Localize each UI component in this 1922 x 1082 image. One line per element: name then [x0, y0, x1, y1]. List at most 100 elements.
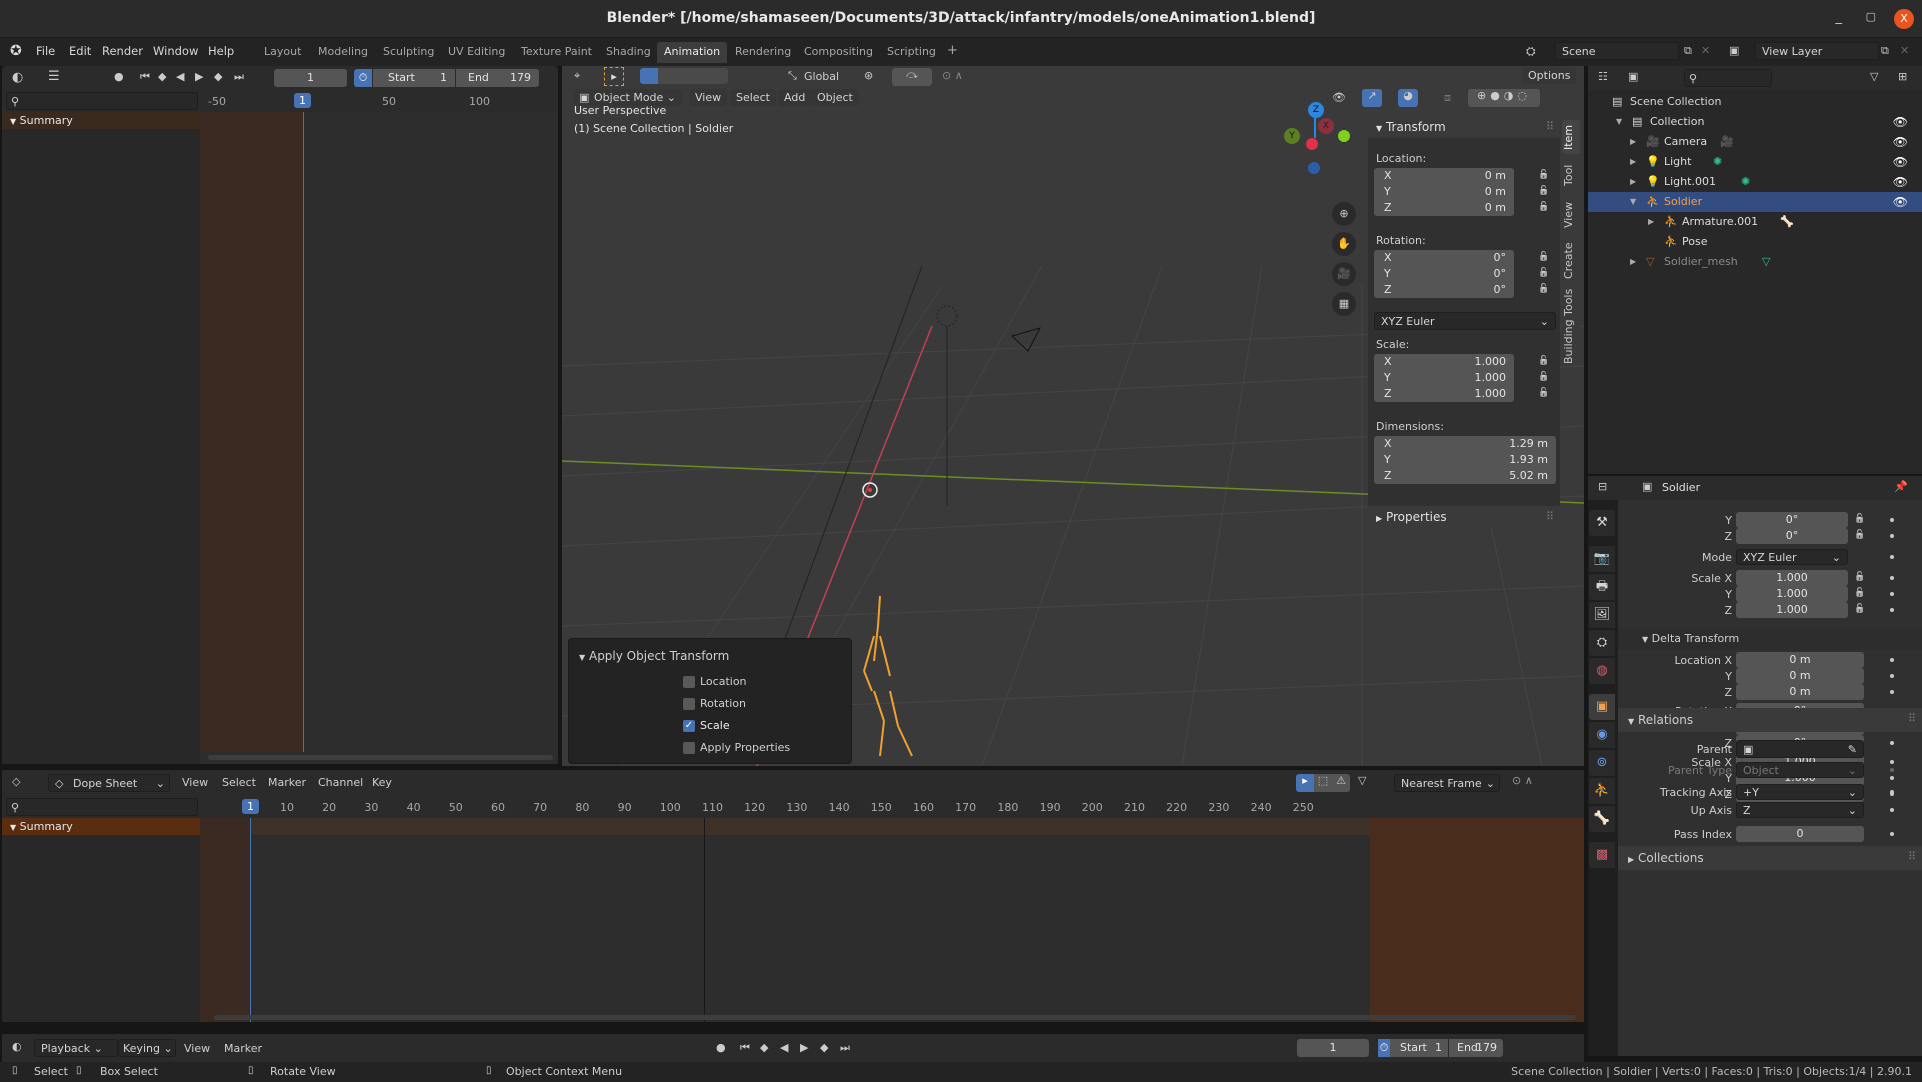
outliner-search-input[interactable]: ⚲ [1684, 69, 1772, 87]
jump-start-icon[interactable]: ⏮ [740, 1041, 750, 1055]
parent-type-dropdown[interactable]: Object ⌄ [1736, 762, 1864, 778]
lock-icon[interactable]: 🔓 [1854, 572, 1865, 582]
gizmo-neg-y[interactable] [1338, 130, 1350, 142]
menu-render[interactable]: Render [102, 44, 143, 58]
scale-field[interactable]: 1.000 [1736, 570, 1848, 586]
current-frame-field[interactable]: 1 [274, 69, 347, 87]
only-selected-icon[interactable]: ▸ [1296, 774, 1314, 792]
gizmo-y-axis[interactable]: Y [1284, 128, 1300, 144]
dopesheet-marker-menu[interactable]: Marker [268, 776, 306, 789]
delta-field[interactable]: 0 m [1736, 652, 1864, 668]
xray-toggle[interactable]: ⧈ [1444, 91, 1451, 105]
drag-handle-icon[interactable]: ⠿ [1546, 510, 1554, 523]
rotation-mode-dropdown[interactable]: XYZ Euler ⌄ [1374, 312, 1556, 330]
keyframe-dot[interactable] [1890, 576, 1894, 580]
editor-type-icon[interactable]: ☷ [1598, 70, 1608, 83]
select-menu[interactable]: Select [730, 89, 776, 106]
gizmo-x-axis[interactable]: X [1318, 118, 1334, 134]
sidebar-tab-tool[interactable]: Tool [1562, 158, 1580, 192]
up-axis-dropdown[interactable]: Z ⌄ [1736, 802, 1864, 818]
filter-icon[interactable]: ▽ [1870, 70, 1878, 83]
rotation-x-field[interactable]: X 0° [1374, 250, 1514, 266]
lock-icon[interactable]: 🔓 [1538, 372, 1549, 382]
record-icon[interactable]: ● [114, 70, 124, 83]
timeline-view-menu[interactable]: View [184, 1042, 210, 1055]
dopesheet-select-menu[interactable]: Select [222, 776, 256, 789]
current-frame-marker[interactable]: 1 [294, 93, 311, 108]
keyframe-dot[interactable] [1890, 790, 1894, 794]
parent-field[interactable]: ▣ ✎ [1736, 740, 1864, 758]
data-type-icon[interactable]: ✺ [1741, 172, 1750, 192]
visibility-eye-icon[interactable]: 👁 [1893, 152, 1908, 172]
keyframe-dot[interactable] [1890, 608, 1894, 612]
expand-toggle-icon[interactable]: ▶ [1648, 212, 1654, 232]
jump-end-icon[interactable]: ⏭ [234, 70, 244, 84]
rotation-z-field[interactable]: 0° [1736, 528, 1848, 544]
editor-type-icon[interactable]: ⌖ [574, 69, 580, 83]
tab-sculpting[interactable]: Sculpting [376, 42, 441, 63]
close-button[interactable]: X [1894, 9, 1914, 29]
outliner-row-scene-collection[interactable]: ▤ Scene Collection [1588, 92, 1922, 112]
next-keyframe-icon[interactable]: ◆ [214, 70, 222, 83]
keyframe-dot[interactable] [1890, 768, 1894, 772]
prev-keyframe-icon[interactable]: ◆ [760, 1041, 768, 1054]
visibility-eye-icon[interactable]: 👁 [1893, 132, 1908, 152]
view-menu[interactable]: View [689, 89, 728, 106]
view-layer-tab-icon[interactable]: 🖼 [1589, 602, 1615, 628]
new-scene-icon[interactable]: ⧉ [1684, 44, 1692, 58]
add-workspace-button[interactable]: + [940, 40, 965, 61]
visibility-eye-icon[interactable]: 👁 [1893, 192, 1908, 212]
maximize-button[interactable]: ▢ [1866, 10, 1876, 23]
keyframe-dot[interactable] [1890, 555, 1894, 559]
tab-animation[interactable]: Animation [657, 42, 728, 63]
editor-type-icon[interactable]: ◐ [12, 1040, 22, 1053]
view-layer-selector[interactable]: View Layer [1755, 42, 1879, 60]
current-frame-marker[interactable]: 1 [242, 799, 259, 814]
expand-toggle-icon[interactable]: ▶ [1630, 132, 1636, 152]
location-y-field[interactable]: Y 0 m [1374, 184, 1514, 200]
scene-selector[interactable]: Scene [1555, 42, 1679, 60]
delete-view-layer-icon[interactable]: ✕ [1900, 44, 1909, 57]
properties-panel-header[interactable]: ▶ Properties ⠿ [1368, 506, 1560, 528]
object-tab-icon[interactable]: ▣ [1589, 694, 1615, 720]
menu-help[interactable]: Help [208, 44, 234, 58]
new-view-layer-icon[interactable]: ⧉ [1881, 44, 1889, 58]
lock-icon[interactable]: 🔓 [1538, 268, 1549, 278]
pivot-point-icon[interactable]: ⊛ [864, 69, 873, 82]
dopesheet-search-input[interactable]: ⚲ [6, 798, 198, 816]
prev-keyframe-icon[interactable]: ◆ [158, 70, 166, 83]
end-frame-field[interactable]: End 179 [1449, 1039, 1503, 1057]
lock-icon[interactable]: 🔓 [1538, 186, 1549, 196]
camera-view-icon[interactable]: 🎥 [1332, 262, 1356, 286]
expand-toggle-icon[interactable]: ▼ [1616, 112, 1622, 132]
menu-file[interactable]: File [36, 44, 55, 58]
new-collection-icon[interactable]: ⊞ [1898, 70, 1907, 83]
rotation-y-field[interactable]: Y 0° [1374, 266, 1514, 282]
keyframe-dot[interactable] [1890, 690, 1894, 694]
play-reverse-icon[interactable]: ◀ [176, 70, 184, 83]
record-icon[interactable]: ● [716, 1041, 726, 1054]
menu-edit[interactable]: Edit [69, 44, 91, 58]
delta-transform-header[interactable]: ▼ Delta Transform [1618, 628, 1922, 650]
scale-checkbox[interactable]: ✓ [683, 720, 695, 732]
gizmos-toggle[interactable]: ↗ [1362, 89, 1382, 107]
world-tab-icon[interactable]: ◍ [1589, 658, 1615, 684]
keyframe-dot[interactable] [1890, 518, 1894, 522]
visibility-eye-icon[interactable]: 👁 [1893, 172, 1908, 192]
outliner-row-light-001[interactable]: ▶ 💡 Light.001 ✺ 👁 [1588, 172, 1922, 192]
scene-tab-icon[interactable]: ⛭ [1589, 630, 1615, 656]
end-frame-field[interactable]: End 179 [456, 69, 539, 87]
display-mode-icon[interactable]: ▣ [1628, 70, 1638, 83]
outliner-row-light[interactable]: ▶ 💡 Light ✺ 👁 [1588, 152, 1922, 172]
transform-panel-header[interactable]: ▼ Transform ⠿ [1368, 116, 1560, 138]
scale-field[interactable]: 1.000 [1736, 602, 1848, 618]
location-checkbox[interactable] [683, 676, 695, 688]
jump-end-icon[interactable]: ⏭ [840, 1041, 850, 1055]
keyframe-dot[interactable] [1890, 776, 1894, 780]
dopesheet-channel-menu[interactable]: Channel [318, 776, 363, 789]
sidebar-tab-item[interactable]: Item [1562, 120, 1580, 154]
lock-icon[interactable]: 🔓 [1538, 252, 1549, 262]
eyedropper-icon[interactable]: ✎ [1848, 741, 1857, 759]
horizontal-scrollbar[interactable] [208, 755, 553, 760]
dimensions-z-field[interactable]: Z 5.02 m [1374, 468, 1556, 484]
